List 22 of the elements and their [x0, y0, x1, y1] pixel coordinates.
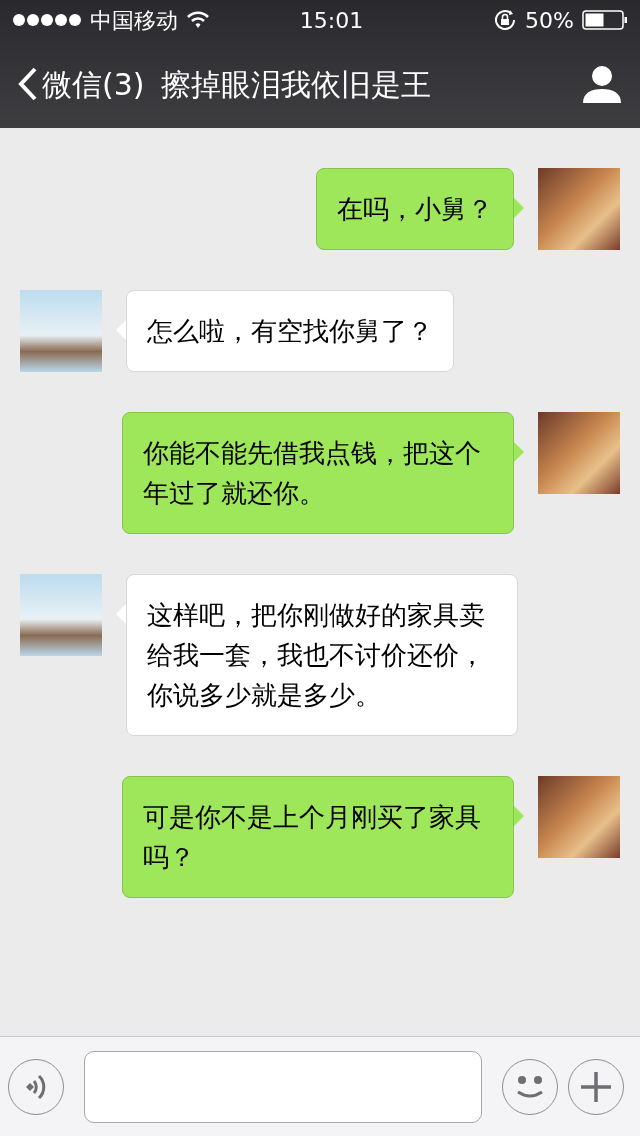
- wifi-icon: [186, 11, 210, 29]
- battery-percentage: 50%: [525, 6, 574, 35]
- contact-info-button[interactable]: [582, 64, 622, 104]
- sent-message-bubble: 你能不能先借我点钱，把这个年过了就还你。: [122, 412, 514, 534]
- received-message-bubble: 怎么啦，有空找你舅了？: [126, 290, 454, 372]
- sent-message-bubble: 可是你不是上个月刚买了家具吗？: [122, 776, 514, 898]
- plus-icon: [580, 1070, 612, 1103]
- message-input-field[interactable]: [84, 1050, 482, 1123]
- battery-icon: [582, 10, 628, 30]
- back-chevron-icon: [18, 67, 38, 101]
- chat-title: 擦掉眼泪我依旧是王: [160, 65, 431, 104]
- sent-message-bubble: 在吗，小舅？: [316, 168, 514, 250]
- clock-time: 15:01: [299, 6, 364, 35]
- bubble-tail: [514, 806, 524, 826]
- person-icon: [582, 64, 622, 104]
- back-button[interactable]: 微信(3): [18, 61, 145, 107]
- rotation-lock-icon: [493, 8, 518, 32]
- bubble-tail: [514, 442, 524, 462]
- received-message-bubble: 这样吧，把你刚做好的家具卖给我一套，我也不讨价还价，你说多少就是多少。: [126, 574, 518, 736]
- bubble-tail: [514, 198, 524, 218]
- signal-strength-icon: [12, 13, 82, 27]
- carrier-name: 中国移动: [90, 6, 178, 35]
